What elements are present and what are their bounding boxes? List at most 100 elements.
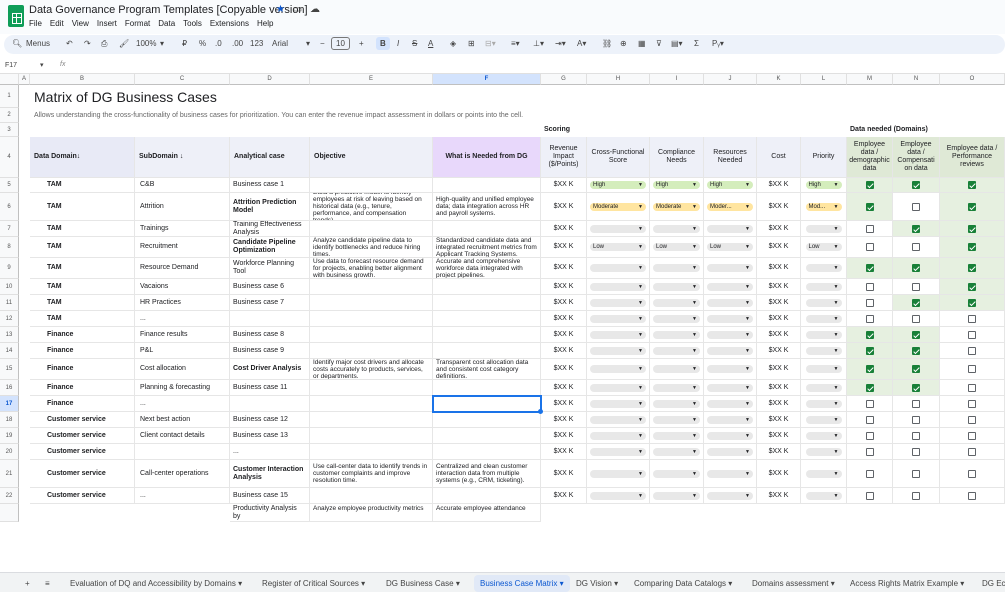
horizontal-align-icon[interactable]: ≡▾ xyxy=(511,39,520,48)
cost-cell[interactable]: $XX K xyxy=(757,311,801,327)
increase-decimal-button[interactable]: .00 xyxy=(232,39,243,48)
checkbox[interactable] xyxy=(865,491,874,500)
checkbox[interactable] xyxy=(968,282,976,291)
analytical-case-cell[interactable]: Business case 11 xyxy=(230,380,310,396)
header-subdomain[interactable]: SubDomain ↓ xyxy=(135,137,230,178)
data-domain-cell[interactable]: Finance xyxy=(30,359,135,380)
priority-chip[interactable]: ▼ xyxy=(805,469,842,478)
dropdown-chip[interactable]: ▼ xyxy=(653,415,700,424)
dropdown-arrow-icon[interactable]: ▼ xyxy=(745,400,750,408)
checkbox-cell[interactable] xyxy=(940,343,1005,359)
tab-chevron-down-icon[interactable]: ▾ xyxy=(612,579,618,588)
data-domain-cell[interactable]: Customer service xyxy=(30,460,135,488)
priority-dropdown[interactable]: Mod... ▼ xyxy=(801,193,847,221)
cost-cell[interactable]: $XX K xyxy=(757,396,801,412)
dropdown-arrow-icon[interactable]: ▼ xyxy=(834,181,839,189)
vertical-align-icon[interactable]: ⊥▾ xyxy=(533,39,544,48)
subdomain-cell[interactable]: Next best action xyxy=(135,412,230,428)
dropdown-comp[interactable]: ▼ xyxy=(650,311,704,327)
revenue-impact-cell[interactable]: $XX K xyxy=(541,311,587,327)
zoom-chevron-down-icon[interactable]: ▾ xyxy=(160,39,164,48)
priority-dropdown[interactable]: ▼ xyxy=(801,359,847,380)
sheet-tab[interactable]: Domains assessment ▾ xyxy=(752,579,835,588)
data-domain-cell[interactable]: Finance xyxy=(30,396,135,412)
checkbox[interactable] xyxy=(968,298,976,307)
dropdown-arrow-icon[interactable]: ▼ xyxy=(638,331,643,339)
header-domain[interactable]: Data Domain↓ xyxy=(30,137,135,178)
all-sheets-icon[interactable]: ≡ xyxy=(45,579,50,588)
checkbox-cell[interactable] xyxy=(893,488,940,504)
needed-cell[interactable] xyxy=(433,311,541,327)
dropdown-arrow-icon[interactable]: ▼ xyxy=(745,470,750,478)
checkbox-cell[interactable] xyxy=(847,343,893,359)
row-header[interactable]: 18 xyxy=(0,412,19,428)
checkbox[interactable] xyxy=(865,469,874,478)
checkbox-cell[interactable] xyxy=(893,396,940,412)
selected-cell[interactable] xyxy=(432,395,542,413)
revenue-impact-cell[interactable]: $XX K xyxy=(541,221,587,237)
header-analytical[interactable]: Analytical case xyxy=(230,137,310,178)
needed-cell[interactable] xyxy=(433,178,541,193)
dropdown-res[interactable]: ▼ xyxy=(704,428,757,444)
spreadsheet-grid[interactable]: A B C D E F G H I J K L M N O 1 2 3 4 5 6 7 8 9 10 11 12 13 14 15 16 17… xyxy=(0,74,1005,572)
menu-insert[interactable]: Insert xyxy=(97,19,117,28)
dropdown-chip[interactable]: ▼ xyxy=(707,469,753,478)
checkbox-cell[interactable] xyxy=(940,221,1005,237)
header-crossfunc[interactable]: Cross-Functional Score xyxy=(587,137,650,178)
sheet-tab[interactable]: Register of Critical Sources ▾ xyxy=(262,579,365,588)
priority-dropdown[interactable]: ▼ xyxy=(801,380,847,396)
dropdown-cross[interactable]: High ▼ xyxy=(587,178,650,193)
checkbox[interactable] xyxy=(968,330,976,339)
checkbox-cell[interactable] xyxy=(847,428,893,444)
checkbox[interactable] xyxy=(865,202,874,211)
cost-cell[interactable]: $XX K xyxy=(757,412,801,428)
revenue-impact-cell[interactable]: $XX K xyxy=(541,178,587,193)
dropdown-chip[interactable]: ▼ xyxy=(707,365,753,373)
sheet-tab[interactable]: DG Business Case ▾ xyxy=(386,579,460,588)
subdomain-cell[interactable]: Attrition xyxy=(135,193,230,221)
checkbox-cell[interactable] xyxy=(893,428,940,444)
dropdown-comp[interactable]: Low ▼ xyxy=(650,237,704,258)
dropdown-res[interactable]: ▼ xyxy=(704,412,757,428)
name-box[interactable]: F17 xyxy=(5,62,17,69)
star-icon[interactable]: ★ xyxy=(276,4,285,15)
row-header[interactable]: 12 xyxy=(0,311,19,327)
header-needed[interactable]: What is Needed from DG xyxy=(433,137,541,178)
menu-data[interactable]: Data xyxy=(158,19,175,28)
dropdown-arrow-icon[interactable]: ▼ xyxy=(834,384,839,392)
dropdown-comp[interactable]: Moderate ▼ xyxy=(650,193,704,221)
revenue-impact-cell[interactable]: $XX K xyxy=(541,359,587,380)
checkbox-cell[interactable] xyxy=(893,221,940,237)
checkbox[interactable] xyxy=(865,365,874,373)
dropdown-arrow-icon[interactable]: ▼ xyxy=(692,470,697,478)
checkbox-cell[interactable] xyxy=(847,396,893,412)
row-header[interactable]: 13 xyxy=(0,327,19,343)
dropdown-arrow-icon[interactable]: ▼ xyxy=(745,384,750,392)
priority-chip[interactable]: Low ▼ xyxy=(805,243,842,251)
header-cost[interactable]: Cost xyxy=(757,137,801,178)
dropdown-arrow-icon[interactable]: ▼ xyxy=(745,225,750,233)
checkbox-cell[interactable] xyxy=(847,460,893,488)
objective-cell[interactable] xyxy=(310,396,433,412)
column-header-f[interactable]: F xyxy=(433,74,541,85)
header-emp_demo[interactable]: Employee data / demographic data xyxy=(847,137,893,178)
font-size-increase-icon[interactable]: + xyxy=(359,39,364,48)
dropdown-chip[interactable]: High ▼ xyxy=(590,181,646,189)
tab-chevron-down-icon[interactable]: ▾ xyxy=(726,579,732,588)
row-header[interactable]: 21 xyxy=(0,460,19,488)
dropdown-chip[interactable]: ▼ xyxy=(590,415,646,424)
checkbox[interactable] xyxy=(968,243,976,251)
objective-cell[interactable] xyxy=(310,380,433,396)
subdomain-cell[interactable]: Recruitment xyxy=(135,237,230,258)
dropdown-cross[interactable]: ▼ xyxy=(587,359,650,380)
checkbox[interactable] xyxy=(912,399,920,408)
dropdown-chip[interactable]: ▼ xyxy=(653,314,700,323)
dropdown-arrow-icon[interactable]: ▼ xyxy=(692,365,697,373)
dropdown-cross[interactable]: ▼ xyxy=(587,279,650,295)
needed-cell[interactable]: Centralized and clean customer interacti… xyxy=(433,460,541,488)
decrease-decimal-button[interactable]: .0 xyxy=(215,39,222,48)
column-header-c[interactable]: C xyxy=(135,74,230,85)
filter-views-icon[interactable]: ▤▾ xyxy=(671,39,683,48)
font-size-decrease-icon[interactable]: − xyxy=(320,39,325,48)
column-header-j[interactable]: J xyxy=(704,74,757,85)
